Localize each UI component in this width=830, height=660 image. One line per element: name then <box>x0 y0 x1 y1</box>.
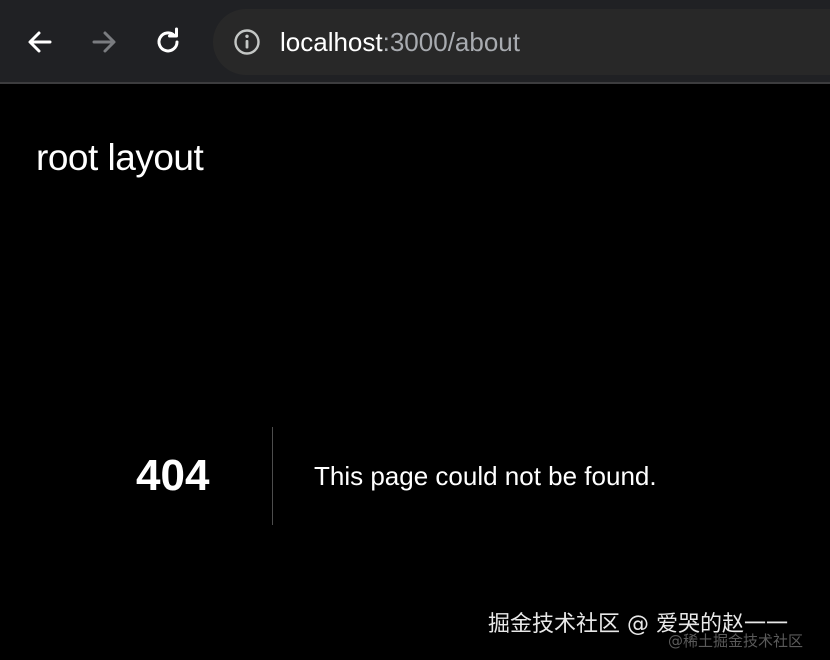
forward-button[interactable] <box>84 22 124 62</box>
arrow-left-icon <box>28 31 52 53</box>
reload-button[interactable] <box>148 22 188 62</box>
arrow-right-icon <box>92 31 116 53</box>
url-host: localhost <box>280 27 383 57</box>
watermark: 掘金技术社区 @ 爱哭的赵一一 <box>488 612 788 637</box>
not-found-error: 404 This page could not be found. <box>136 427 657 525</box>
layout-title: root layout <box>36 137 204 178</box>
url-path: :3000/about <box>382 27 520 57</box>
info-circle-icon[interactable] <box>233 28 261 56</box>
url-text[interactable]: localhost:3000/about <box>280 26 520 58</box>
page-content: root layout 404 This page could not be f… <box>0 84 830 660</box>
error-message: This page could not be found. <box>314 461 657 491</box>
error-divider <box>272 427 273 525</box>
reload-icon <box>157 27 179 53</box>
back-button[interactable] <box>20 22 60 62</box>
address-bar[interactable]: localhost:3000/about <box>213 9 830 75</box>
browser-toolbar: localhost:3000/about <box>0 0 830 84</box>
error-code: 404 <box>136 451 210 500</box>
